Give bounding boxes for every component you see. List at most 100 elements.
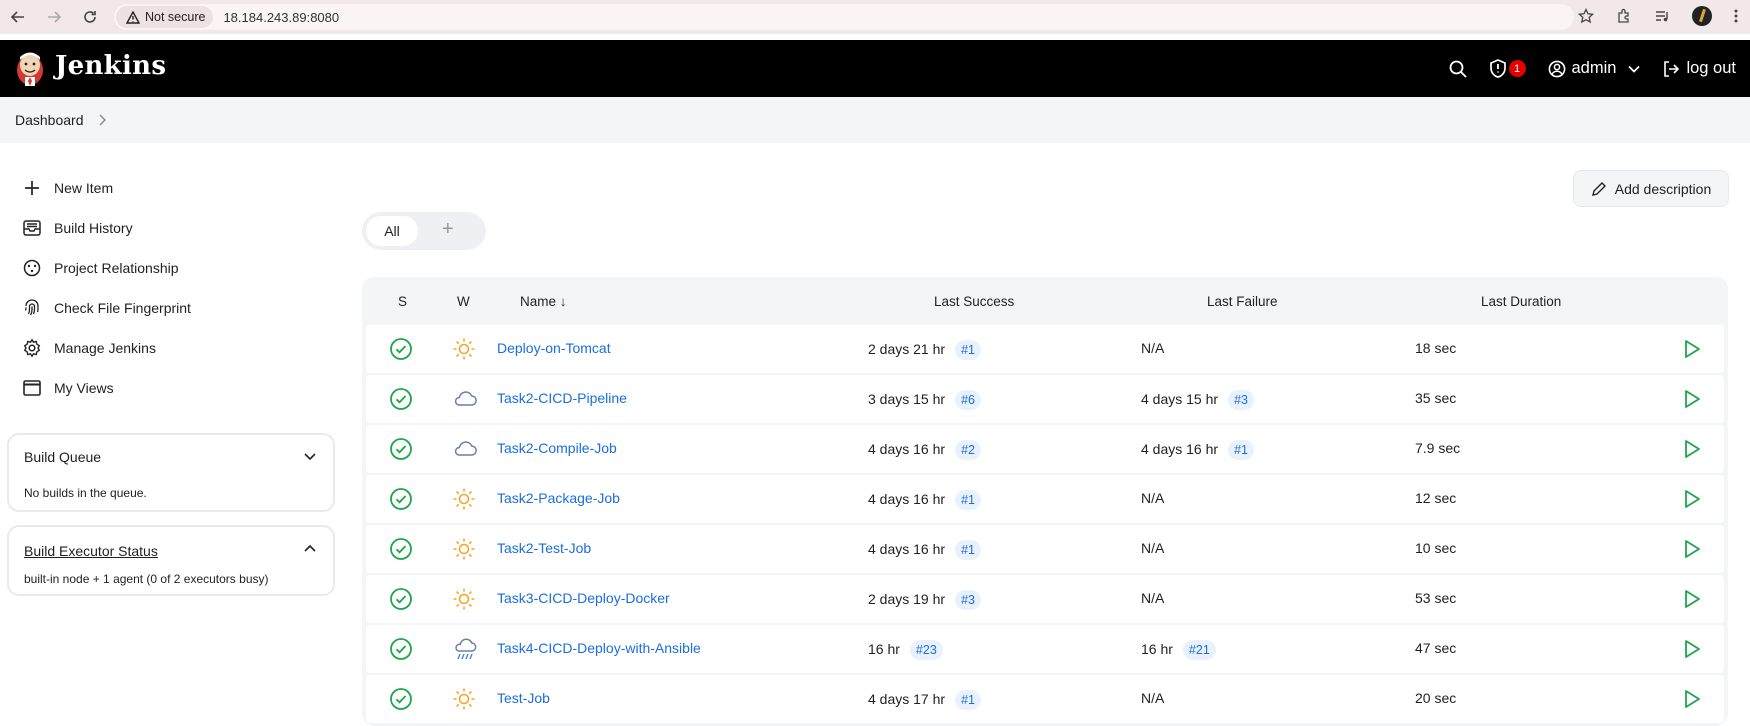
rain-weather-icon[interactable] [452,637,478,666]
chevron-down-icon [1628,65,1641,73]
last-success: 2 days 21 hr #1 [868,340,981,360]
last-success-build-link[interactable]: #23 [909,640,943,660]
last-success-build-link[interactable]: #6 [955,390,981,410]
success-status-icon[interactable] [389,587,413,614]
executor-status-title[interactable]: Build Executor Status [24,543,158,559]
extensions-icon[interactable] [1616,8,1632,24]
breadcrumb-dashboard[interactable]: Dashboard [15,112,84,128]
success-status-icon[interactable] [389,337,413,364]
table-row: Deploy-on-Tomcat 2 days 21 hr #1 N/A 18 sec [366,325,1724,373]
sun-weather-icon[interactable] [452,487,476,514]
build-now-play-icon[interactable] [1683,339,1701,362]
jenkins-title[interactable]: Jenkins [55,51,166,81]
build-now-play-icon[interactable] [1683,389,1701,412]
profile-avatar[interactable] [1692,6,1712,26]
jenkins-logo-icon[interactable] [14,48,46,88]
column-status[interactable]: S [398,294,407,309]
not-secure-chip[interactable]: Not secure [116,6,214,28]
last-duration: 10 sec [1415,540,1457,556]
user-menu[interactable]: admin [1548,59,1641,78]
build-now-play-icon[interactable] [1683,589,1701,612]
forward-icon[interactable] [43,6,65,28]
last-success-build-link[interactable]: #1 [955,490,981,510]
success-status-icon[interactable] [389,687,413,714]
pencil-icon [1591,181,1606,196]
job-name-link[interactable]: Task2-CICD-Pipeline [497,390,627,406]
logout-link[interactable]: log out [1662,59,1736,78]
last-success-build-link[interactable]: #3 [955,590,981,610]
column-last-duration[interactable]: Last Duration [1481,294,1561,309]
job-name-link[interactable]: Task2-Compile-Job [497,440,617,456]
last-success-build-link[interactable]: #2 [955,440,981,460]
success-status-icon[interactable] [389,487,413,514]
last-duration: 35 sec [1415,390,1457,406]
last-failure-build-link[interactable]: #3 [1228,390,1254,410]
success-status-icon[interactable] [389,537,413,564]
last-success-time: 4 days 16 hr [868,441,946,457]
job-name-link[interactable]: Task3-CICD-Deploy-Docker [497,590,670,606]
more-menu-icon[interactable] [1734,8,1738,24]
last-success-time: 16 hr [868,641,900,657]
chevron-up-icon[interactable] [303,542,317,556]
user-icon [1548,60,1565,77]
last-success-build-link[interactable]: #1 [955,540,981,560]
success-status-icon[interactable] [389,437,413,464]
chevron-down-icon[interactable] [303,449,317,463]
sun-weather-icon[interactable] [452,537,476,564]
column-last-success[interactable]: Last Success [934,294,1014,309]
sidebar-item-check-file-fingerprint[interactable]: Check File Fingerprint [22,298,191,318]
star-icon[interactable] [1578,8,1594,24]
plus-icon [25,181,39,195]
sidebar-item-new-item[interactable]: New Item [22,178,113,198]
table-row: Task2-Package-Job 4 days 16 hr #1 N/A 12 sec [366,475,1724,523]
build-now-play-icon[interactable] [1683,539,1701,562]
chevron-right-icon[interactable] [98,114,106,126]
logout-label: log out [1686,59,1736,77]
tab-all[interactable]: All [366,216,418,246]
column-name[interactable]: Name ↓ [520,294,567,309]
build-now-play-icon[interactable] [1683,439,1701,462]
sidebar-item-build-history[interactable]: Build History [22,218,133,238]
sidebar-item-project-relationship[interactable]: Project Relationship [22,258,179,278]
security-warnings[interactable]: 1 [1489,59,1526,78]
cloud-weather-icon[interactable] [452,387,478,414]
not-secure-label: Not secure [145,10,206,24]
last-failure-time: 4 days 15 hr [1141,391,1219,407]
reload-icon[interactable] [79,6,101,28]
build-now-play-icon[interactable] [1683,489,1701,512]
last-failure-time: 4 days 16 hr [1141,441,1219,457]
sun-weather-icon[interactable] [452,337,476,364]
last-success: 16 hr #23 [868,640,943,660]
job-name-link[interactable]: Task4-CICD-Deploy-with-Ansible [497,640,701,656]
add-description-button[interactable]: Add description [1573,170,1729,207]
sidebar-item-manage-jenkins[interactable]: Manage Jenkins [22,338,156,358]
sun-weather-icon[interactable] [452,687,476,714]
job-name-link[interactable]: Test-Job [497,690,550,706]
job-name-link[interactable]: Deploy-on-Tomcat [497,340,611,356]
last-failure-build-link[interactable]: #21 [1182,640,1216,660]
last-failure-build-link[interactable]: #1 [1228,440,1254,460]
job-name-link[interactable]: Task2-Test-Job [497,540,591,556]
success-status-icon[interactable] [389,387,413,414]
column-last-failure[interactable]: Last Failure [1207,294,1278,309]
search-icon[interactable] [1449,60,1467,78]
media-control-icon[interactable] [1654,8,1670,24]
address-bar[interactable]: Not secure 18.184.243.89:8080 [114,4,1574,30]
back-icon[interactable] [7,6,29,28]
build-queue-title[interactable]: Build Queue [24,449,101,465]
new-view-tab[interactable]: + [442,218,454,241]
url-text[interactable]: 18.184.243.89:8080 [223,10,339,25]
build-now-play-icon[interactable] [1683,639,1701,662]
column-weather[interactable]: W [457,294,470,309]
sun-weather-icon[interactable] [452,587,476,614]
last-success-build-link[interactable]: #1 [955,340,981,360]
success-status-icon[interactable] [389,637,413,664]
sidebar-item-my-views[interactable]: My Views [22,378,114,398]
build-now-play-icon[interactable] [1683,689,1701,712]
last-success-build-link[interactable]: #1 [955,690,981,710]
cloud-weather-icon[interactable] [452,437,478,464]
breadcrumb: Dashboard [0,97,1750,143]
last-success: 3 days 15 hr #6 [868,390,981,410]
job-name-link[interactable]: Task2-Package-Job [497,490,620,506]
last-success-time: 4 days 16 hr [868,541,946,557]
